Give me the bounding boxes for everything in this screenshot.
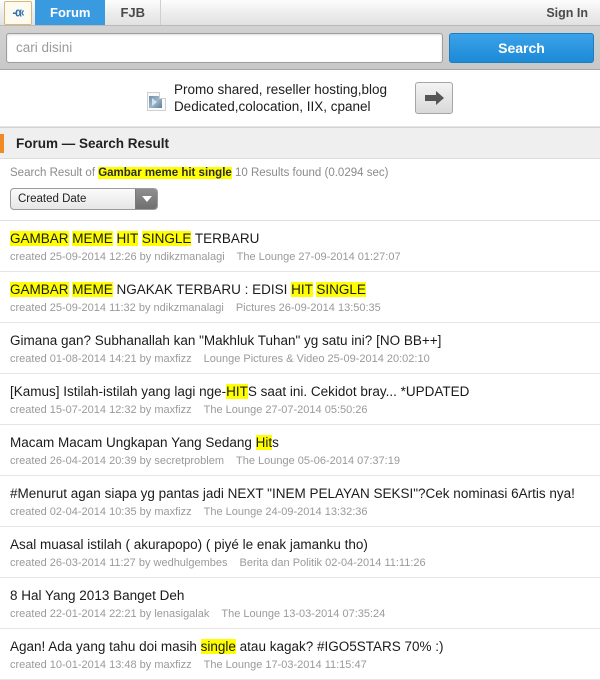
result-forum-info: Berita dan Politik 02-04-2014 11:11:26 xyxy=(239,557,426,569)
result-created-info: created 25-09-2014 11:32 by ndikzmanalag… xyxy=(10,302,224,314)
result-forum-info: The Lounge 17-03-2014 11:15:47 xyxy=(203,659,367,671)
result-summary-query: Gambar meme hit single xyxy=(98,167,232,179)
result-title-link[interactable]: #Menurut agan siapa yg pantas jadi NEXT … xyxy=(10,485,590,502)
result-title-text: Macam Macam Ungkapan Yang Sedang xyxy=(10,435,256,450)
result-created-info: created 25-09-2014 12:26 by ndikzmanalag… xyxy=(10,251,225,263)
result-title-text: 8 Hal Yang 2013 Banget Deh xyxy=(10,588,185,603)
result-title-link[interactable]: Gimana gan? Subhanallah kan "Makhluk Tuh… xyxy=(10,332,590,349)
search-bar: Search xyxy=(0,26,600,70)
result-metadata: created 01-08-2014 14:21 by maxfizz Loung… xyxy=(10,353,590,365)
result-title-text: [Kamus] Istilah-istilah yang lagi nge- xyxy=(10,384,227,399)
result-created-info: created 10-01-2014 13:48 by maxfizz xyxy=(10,659,192,671)
result-forum-info: Lounge Pictures & Video 25-09-2014 20:02… xyxy=(203,353,430,365)
page-title: Forum — Search Result xyxy=(16,136,170,151)
result-title-text: s xyxy=(272,435,279,450)
result-metadata: created 22-01-2014 22:21 by lenasigalak T… xyxy=(10,608,590,620)
search-term-highlight: single xyxy=(200,639,236,654)
table-row[interactable]: Gimana gan? Subhanallah kan "Makhluk Tuh… xyxy=(0,323,600,374)
result-created-info: created 26-03-2014 11:27 by wedhulgembes xyxy=(10,557,228,569)
result-title-text: Gimana gan? Subhanallah kan "Makhluk Tuh… xyxy=(10,333,442,348)
table-row[interactable]: [Kamus] Istilah-istilah yang lagi nge-HI… xyxy=(0,374,600,425)
sign-in-label: Sign In xyxy=(546,5,588,20)
logo-glyph-text: -α‹ xyxy=(12,6,24,20)
sort-by-select[interactable]: Created Date xyxy=(10,188,158,210)
result-title-link[interactable]: Agan! Ada yang tahu doi masih single ata… xyxy=(10,638,590,655)
result-title-text: Agan! Ada yang tahu doi masih xyxy=(10,639,201,654)
table-row[interactable]: 8 Hal Yang 2013 Banget Deh created 22-01-… xyxy=(0,578,600,629)
ad-text: Promo shared, reseller hosting,blog Dedi… xyxy=(173,82,388,114)
result-created-info: created 22-01-2014 22:21 by lenasigalak xyxy=(10,608,210,620)
result-title-link[interactable]: Macam Macam Ungkapan Yang Sedang Hits xyxy=(10,434,590,451)
tab-fjb[interactable]: FJB xyxy=(105,0,162,25)
result-title-link[interactable]: Asal muasal istilah ( akurapopo) ( piyé … xyxy=(10,536,590,553)
result-created-info: created 02-04-2014 10:35 by maxfizz xyxy=(10,506,192,518)
result-metadata: created 25-09-2014 12:26 by ndikzmanalag… xyxy=(10,251,590,263)
result-metadata: created 25-09-2014 11:32 by ndikzmanalag… xyxy=(10,302,590,314)
ad-content: Promo shared, reseller hosting,blog Dedi… xyxy=(146,81,454,115)
result-title-text: TERBARU xyxy=(191,231,260,246)
result-created-info: created 01-08-2014 14:21 by maxfizz xyxy=(10,353,192,365)
result-metadata: created 26-04-2014 20:39 by secretproble… xyxy=(10,455,590,467)
search-term-highlight: HIT xyxy=(116,231,139,246)
search-term-highlight: HIT xyxy=(291,282,313,297)
result-title-link[interactable]: [Kamus] Istilah-istilah yang lagi nge-HI… xyxy=(10,383,590,400)
search-term-highlight: MEME xyxy=(72,231,113,246)
result-title-link[interactable]: GAMBAR MEME NGAKAK TERBARU : EDISI HIT S… xyxy=(10,281,590,298)
advertisement-banner[interactable]: Promo shared, reseller hosting,blog Dedi… xyxy=(0,70,600,127)
ad-next-button[interactable] xyxy=(415,82,454,114)
chevron-down-icon[interactable] xyxy=(135,189,157,209)
section-header: Forum — Search Result xyxy=(0,127,600,159)
broken-image-icon xyxy=(146,92,166,111)
search-term-highlight: MEME xyxy=(72,282,113,297)
result-forum-info: The Lounge 24-09-2014 13:32:36 xyxy=(203,506,368,518)
search-input[interactable] xyxy=(6,32,443,63)
search-term-highlight: SINGLE xyxy=(316,282,366,297)
search-term-highlight: HIT xyxy=(226,384,248,399)
sort-by-selected-label: Created Date xyxy=(18,193,87,205)
result-forum-info: The Lounge 27-09-2014 01:27:07 xyxy=(236,251,401,263)
sort-control-wrapper: Created Date xyxy=(0,179,600,220)
tab-forum-label: Forum xyxy=(50,5,91,20)
result-metadata: created 02-04-2014 10:35 by maxfizz The L… xyxy=(10,506,590,518)
search-button[interactable]: Search xyxy=(449,32,594,63)
table-row[interactable]: #Menurut agan siapa yg pantas jadi NEXT … xyxy=(0,476,600,527)
result-forum-info: The Lounge 05-06-2014 07:37:19 xyxy=(236,455,400,467)
result-title-text: #Menurut agan siapa yg pantas jadi NEXT … xyxy=(10,486,575,501)
table-row[interactable]: Macam Macam Ungkapan Yang Sedang Hits cre… xyxy=(0,425,600,476)
kaskus-logo-icon[interactable]: -α‹ xyxy=(4,1,32,25)
result-metadata: created 26-03-2014 11:27 by wedhulgembes… xyxy=(10,557,590,569)
search-term-highlight: GAMBAR xyxy=(10,282,69,297)
result-metadata: created 10-01-2014 13:48 by maxfizz The L… xyxy=(10,659,590,671)
search-term-highlight: SINGLE xyxy=(141,231,192,246)
top-navigation-bar: -α‹ Forum FJB Sign In xyxy=(0,0,600,26)
search-results-list: GAMBAR MEME HIT SINGLE TERBARU created 25… xyxy=(0,220,600,680)
search-term-highlight: GAMBAR xyxy=(10,231,69,246)
result-title-text: S saat ini. Cekidot bray... *UPDATED xyxy=(247,384,470,399)
result-metadata: created 15-07-2014 12:32 by maxfizz The L… xyxy=(10,404,590,416)
sign-in-button[interactable]: Sign In xyxy=(534,0,600,25)
result-title-link[interactable]: 8 Hal Yang 2013 Banget Deh xyxy=(10,587,590,604)
result-title-text: Asal muasal istilah ( akurapopo) ( piyé … xyxy=(10,537,368,552)
result-summary-prefix: Search Result of xyxy=(10,167,96,179)
result-forum-info: Pictures 26-09-2014 13:50:35 xyxy=(235,302,381,314)
result-forum-info: The Lounge 13-03-2014 07:35:24 xyxy=(221,608,386,620)
search-result-summary: Search Result of Gambar meme hit single … xyxy=(0,159,600,179)
result-forum-info: The Lounge 27-07-2014 05:50:26 xyxy=(203,404,368,416)
tab-fjb-label: FJB xyxy=(120,5,146,20)
result-title-text xyxy=(113,231,117,246)
result-title-link[interactable]: GAMBAR MEME HIT SINGLE TERBARU xyxy=(10,230,590,247)
result-created-info: created 26-04-2014 20:39 by secretproble… xyxy=(10,455,225,467)
result-title-text: NGAKAK TERBARU : EDISI xyxy=(112,282,292,297)
table-row[interactable]: Agan! Ada yang tahu doi masih single ata… xyxy=(0,629,600,680)
result-created-info: created 15-07-2014 12:32 by maxfizz xyxy=(10,404,192,416)
search-term-highlight: Hit xyxy=(255,435,273,450)
table-row[interactable]: GAMBAR MEME NGAKAK TERBARU : EDISI HIT S… xyxy=(0,272,600,323)
result-title-text: atau kagak? #IGO5STARS 70% :) xyxy=(235,639,444,654)
result-summary-suffix: 10 Results found (0.0294 sec) xyxy=(235,167,389,179)
table-row[interactable]: Asal muasal istilah ( akurapopo) ( piyé … xyxy=(0,527,600,578)
table-row[interactable]: GAMBAR MEME HIT SINGLE TERBARU created 25… xyxy=(0,221,600,272)
tab-forum[interactable]: Forum xyxy=(35,0,106,25)
